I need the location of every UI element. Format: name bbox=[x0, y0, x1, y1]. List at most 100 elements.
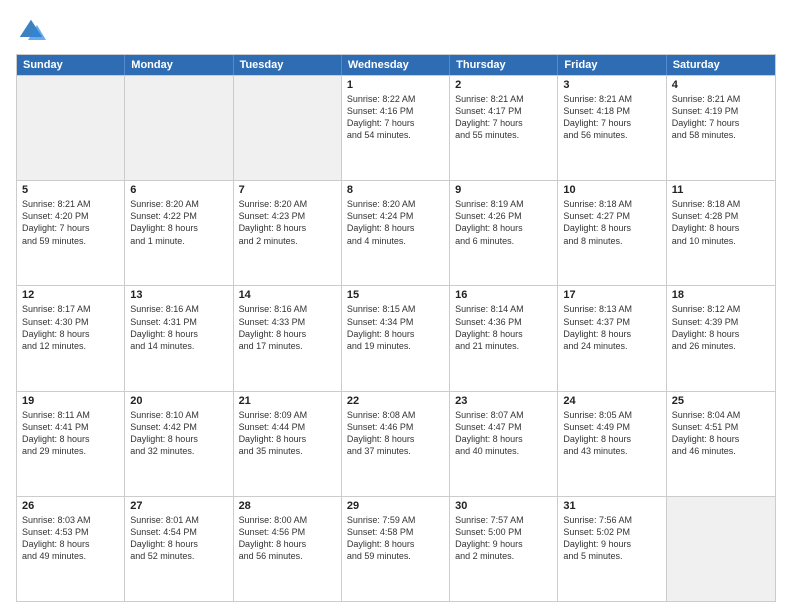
day-info-29: Sunrise: 7:59 AM Sunset: 4:58 PM Dayligh… bbox=[347, 514, 444, 563]
day-cell-7: 7Sunrise: 8:20 AM Sunset: 4:23 PM Daylig… bbox=[234, 181, 342, 285]
day-number-14: 14 bbox=[239, 289, 336, 301]
day-info-25: Sunrise: 8:04 AM Sunset: 4:51 PM Dayligh… bbox=[672, 409, 770, 458]
day-number-15: 15 bbox=[347, 289, 444, 301]
day-number-9: 9 bbox=[455, 184, 552, 196]
logo-icon bbox=[16, 16, 46, 46]
day-info-1: Sunrise: 8:22 AM Sunset: 4:16 PM Dayligh… bbox=[347, 93, 444, 142]
day-number-8: 8 bbox=[347, 184, 444, 196]
day-cell-8: 8 Sunrise: 8:20 AM Sunset: 4:24 PM Daylig… bbox=[342, 181, 450, 285]
day-cell-11: 11 Sunrise: 8:18 AM Sunset: 4:28 PM Dayli… bbox=[667, 181, 775, 285]
day-number-30: 30 bbox=[455, 500, 552, 512]
day-cell-20: 20 Sunrise: 8:10 AM Sunset: 4:42 PM Dayli… bbox=[125, 392, 233, 496]
day-number-13: 13 bbox=[130, 289, 227, 301]
day-cell-6: 6 Sunrise: 8:20 AM Sunset: 4:22 PM Daylig… bbox=[125, 181, 233, 285]
calendar-row-2: 12 Sunrise: 8:17 AM Sunset: 4:30 PM Dayli… bbox=[17, 285, 775, 390]
empty-cell bbox=[667, 497, 775, 601]
day-info-16: Sunrise: 8:14 AM Sunset: 4:36 PM Dayligh… bbox=[455, 303, 552, 352]
day-number-24: 24 bbox=[563, 395, 660, 407]
day-number-5: 5 bbox=[22, 184, 119, 196]
day-number-6: 6 bbox=[130, 184, 227, 196]
day-info-20: Sunrise: 8:10 AM Sunset: 4:42 PM Dayligh… bbox=[130, 409, 227, 458]
day-cell-12: 12 Sunrise: 8:17 AM Sunset: 4:30 PM Dayli… bbox=[17, 286, 125, 390]
day-cell-5: 5 Sunrise: 8:21 AM Sunset: 4:20 PM Daylig… bbox=[17, 181, 125, 285]
day-info-22: Sunrise: 8:08 AM Sunset: 4:46 PM Dayligh… bbox=[347, 409, 444, 458]
day-cell-28: 28Sunrise: 8:00 AM Sunset: 4:56 PM Dayli… bbox=[234, 497, 342, 601]
day-cell-16: 16 Sunrise: 8:14 AM Sunset: 4:36 PM Dayli… bbox=[450, 286, 558, 390]
day-number-7: 7 bbox=[239, 184, 336, 196]
day-info-5: Sunrise: 8:21 AM Sunset: 4:20 PM Dayligh… bbox=[22, 198, 119, 247]
day-number-21: 21 bbox=[239, 395, 336, 407]
day-info-4: Sunrise: 8:21 AM Sunset: 4:19 PM Dayligh… bbox=[672, 93, 770, 142]
day-number-17: 17 bbox=[563, 289, 660, 301]
day-cell-22: 22 Sunrise: 8:08 AM Sunset: 4:46 PM Dayli… bbox=[342, 392, 450, 496]
day-info-13: Sunrise: 8:16 AM Sunset: 4:31 PM Dayligh… bbox=[130, 303, 227, 352]
day-cell-4: 4 Sunrise: 8:21 AM Sunset: 4:19 PM Daylig… bbox=[667, 76, 775, 180]
day-cell-2: 2 Sunrise: 8:21 AM Sunset: 4:17 PM Daylig… bbox=[450, 76, 558, 180]
calendar-body: 1 Sunrise: 8:22 AM Sunset: 4:16 PM Daylig… bbox=[17, 75, 775, 601]
day-cell-1: 1 Sunrise: 8:22 AM Sunset: 4:16 PM Daylig… bbox=[342, 76, 450, 180]
day-cell-25: 25 Sunrise: 8:04 AM Sunset: 4:51 PM Dayli… bbox=[667, 392, 775, 496]
header-day-saturday: Saturday bbox=[667, 55, 775, 75]
day-number-1: 1 bbox=[347, 79, 444, 91]
header-day-monday: Monday bbox=[125, 55, 233, 75]
day-cell-31: 31 Sunrise: 7:56 AM Sunset: 5:02 PM Dayli… bbox=[558, 497, 666, 601]
page: SundayMondayTuesdayWednesdayThursdayFrid… bbox=[0, 0, 792, 612]
day-info-31: Sunrise: 7:56 AM Sunset: 5:02 PM Dayligh… bbox=[563, 514, 660, 563]
day-number-22: 22 bbox=[347, 395, 444, 407]
header-day-friday: Friday bbox=[558, 55, 666, 75]
header-day-sunday: Sunday bbox=[17, 55, 125, 75]
day-cell-27: 27 Sunrise: 8:01 AM Sunset: 4:54 PM Dayli… bbox=[125, 497, 233, 601]
day-number-18: 18 bbox=[672, 289, 770, 301]
day-cell-3: 3Sunrise: 8:21 AM Sunset: 4:18 PM Daylig… bbox=[558, 76, 666, 180]
day-cell-17: 17 Sunrise: 8:13 AM Sunset: 4:37 PM Dayli… bbox=[558, 286, 666, 390]
day-info-17: Sunrise: 8:13 AM Sunset: 4:37 PM Dayligh… bbox=[563, 303, 660, 352]
day-info-6: Sunrise: 8:20 AM Sunset: 4:22 PM Dayligh… bbox=[130, 198, 227, 247]
calendar-row-1: 5 Sunrise: 8:21 AM Sunset: 4:20 PM Daylig… bbox=[17, 180, 775, 285]
logo bbox=[16, 16, 50, 46]
day-info-27: Sunrise: 8:01 AM Sunset: 4:54 PM Dayligh… bbox=[130, 514, 227, 563]
day-cell-18: 18 Sunrise: 8:12 AM Sunset: 4:39 PM Dayli… bbox=[667, 286, 775, 390]
header-day-tuesday: Tuesday bbox=[234, 55, 342, 75]
day-number-11: 11 bbox=[672, 184, 770, 196]
day-info-9: Sunrise: 8:19 AM Sunset: 4:26 PM Dayligh… bbox=[455, 198, 552, 247]
day-info-19: Sunrise: 8:11 AM Sunset: 4:41 PM Dayligh… bbox=[22, 409, 119, 458]
empty-cell bbox=[17, 76, 125, 180]
day-info-12: Sunrise: 8:17 AM Sunset: 4:30 PM Dayligh… bbox=[22, 303, 119, 352]
day-info-8: Sunrise: 8:20 AM Sunset: 4:24 PM Dayligh… bbox=[347, 198, 444, 247]
day-info-24: Sunrise: 8:05 AM Sunset: 4:49 PM Dayligh… bbox=[563, 409, 660, 458]
calendar-row-4: 26 Sunrise: 8:03 AM Sunset: 4:53 PM Dayli… bbox=[17, 496, 775, 601]
day-cell-21: 21Sunrise: 8:09 AM Sunset: 4:44 PM Dayli… bbox=[234, 392, 342, 496]
day-cell-26: 26 Sunrise: 8:03 AM Sunset: 4:53 PM Dayli… bbox=[17, 497, 125, 601]
day-info-18: Sunrise: 8:12 AM Sunset: 4:39 PM Dayligh… bbox=[672, 303, 770, 352]
day-number-31: 31 bbox=[563, 500, 660, 512]
calendar: SundayMondayTuesdayWednesdayThursdayFrid… bbox=[16, 54, 776, 602]
empty-cell bbox=[125, 76, 233, 180]
day-number-16: 16 bbox=[455, 289, 552, 301]
day-number-4: 4 bbox=[672, 79, 770, 91]
day-cell-9: 9 Sunrise: 8:19 AM Sunset: 4:26 PM Daylig… bbox=[450, 181, 558, 285]
day-number-29: 29 bbox=[347, 500, 444, 512]
calendar-header: SundayMondayTuesdayWednesdayThursdayFrid… bbox=[17, 55, 775, 75]
calendar-row-0: 1 Sunrise: 8:22 AM Sunset: 4:16 PM Daylig… bbox=[17, 75, 775, 180]
day-info-2: Sunrise: 8:21 AM Sunset: 4:17 PM Dayligh… bbox=[455, 93, 552, 142]
day-info-3: Sunrise: 8:21 AM Sunset: 4:18 PM Dayligh… bbox=[563, 93, 660, 142]
day-number-27: 27 bbox=[130, 500, 227, 512]
day-number-12: 12 bbox=[22, 289, 119, 301]
day-cell-30: 30Sunrise: 7:57 AM Sunset: 5:00 PM Dayli… bbox=[450, 497, 558, 601]
day-cell-24: 24 Sunrise: 8:05 AM Sunset: 4:49 PM Dayli… bbox=[558, 392, 666, 496]
day-info-26: Sunrise: 8:03 AM Sunset: 4:53 PM Dayligh… bbox=[22, 514, 119, 563]
day-number-28: 28 bbox=[239, 500, 336, 512]
day-number-26: 26 bbox=[22, 500, 119, 512]
day-info-23: Sunrise: 8:07 AM Sunset: 4:47 PM Dayligh… bbox=[455, 409, 552, 458]
day-number-19: 19 bbox=[22, 395, 119, 407]
empty-cell bbox=[234, 76, 342, 180]
day-cell-23: 23Sunrise: 8:07 AM Sunset: 4:47 PM Dayli… bbox=[450, 392, 558, 496]
day-cell-10: 10Sunrise: 8:18 AM Sunset: 4:27 PM Dayli… bbox=[558, 181, 666, 285]
day-number-25: 25 bbox=[672, 395, 770, 407]
day-info-11: Sunrise: 8:18 AM Sunset: 4:28 PM Dayligh… bbox=[672, 198, 770, 247]
day-cell-29: 29 Sunrise: 7:59 AM Sunset: 4:58 PM Dayli… bbox=[342, 497, 450, 601]
day-number-20: 20 bbox=[130, 395, 227, 407]
day-number-10: 10 bbox=[563, 184, 660, 196]
day-number-2: 2 bbox=[455, 79, 552, 91]
day-cell-14: 14Sunrise: 8:16 AM Sunset: 4:33 PM Dayli… bbox=[234, 286, 342, 390]
